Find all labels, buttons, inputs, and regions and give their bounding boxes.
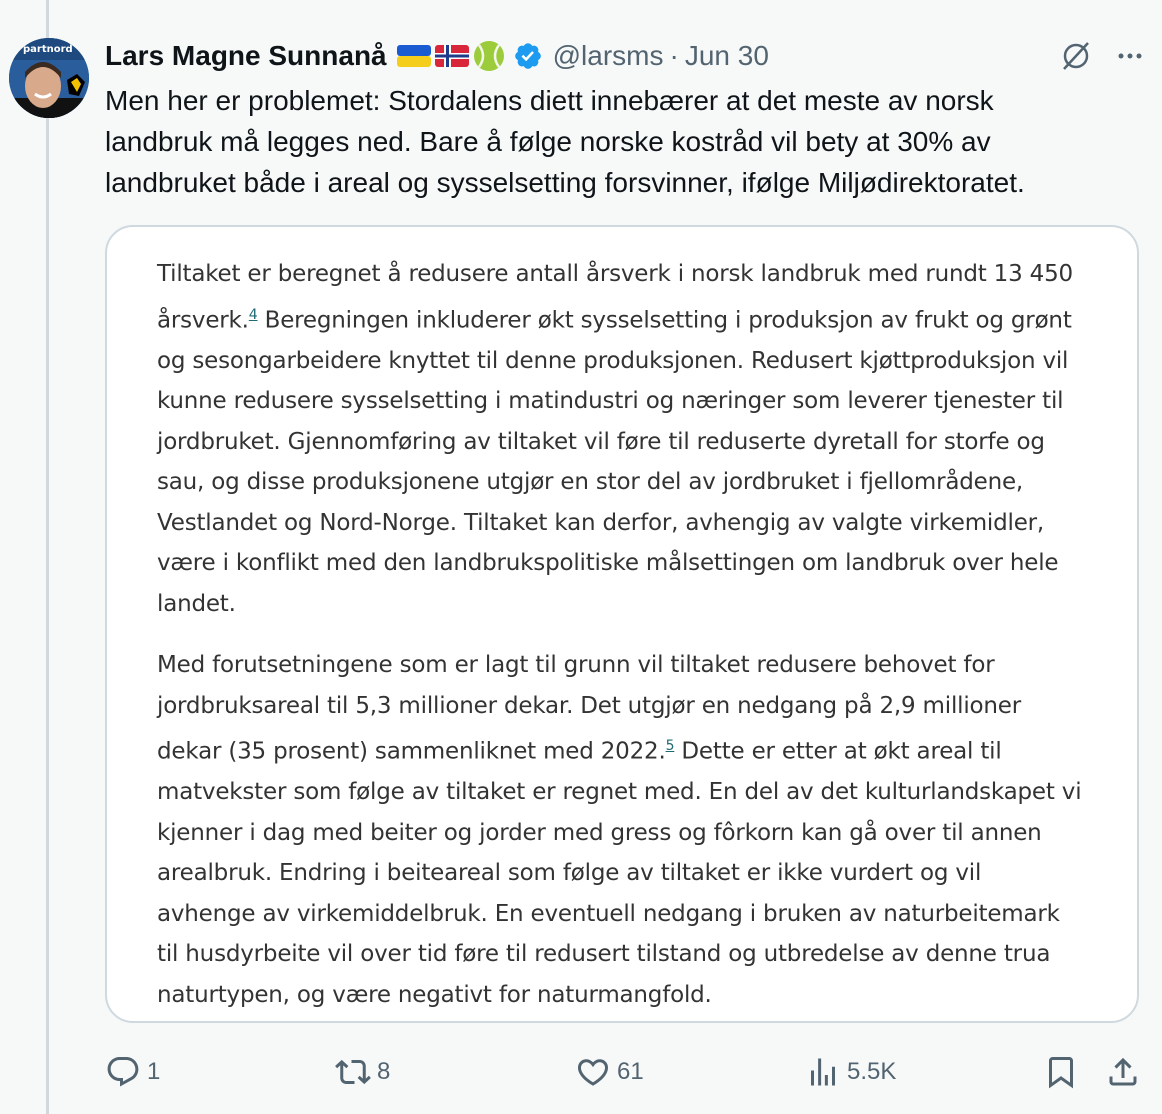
image-text-line: Vestlandet og Nord-Norge. Tiltaket kan d… xyxy=(157,509,1045,536)
footnote-link: 4 xyxy=(248,306,258,323)
tennis-ball-icon xyxy=(473,41,504,71)
avatar-logo-text: partnord xyxy=(23,44,73,55)
author-name[interactable]: Lars Magne Sunnanå xyxy=(105,40,387,72)
image-text-line: jordbruksareal til 5,3 millioner dekar. … xyxy=(157,692,1021,719)
tweet-text-line: landbruket både i areal og sysselsetting… xyxy=(105,167,1025,198)
repost-count: 8 xyxy=(377,1058,391,1085)
image-paragraph-1: Tiltaket er beregnet å redusere antall å… xyxy=(157,254,1132,624)
footnote-link: 5 xyxy=(665,738,675,754)
image-text-line: naturtypen, og være negativt for naturma… xyxy=(157,981,712,1008)
norway-flag-icon xyxy=(434,45,469,67)
tweet-image[interactable]: Tiltaket er beregnet å redusere antall å… xyxy=(105,225,1139,1023)
views-count: 5.5K xyxy=(847,1058,897,1085)
image-text-line: og sesongarbeidere knyttet til denne pro… xyxy=(157,347,1069,374)
share-button[interactable] xyxy=(1105,1052,1141,1092)
bookmark-icon xyxy=(1049,1057,1073,1089)
image-text-line: Tiltaket er beregnet å redusere antall å… xyxy=(157,261,1073,287)
image-text-line: til husdyrbeite vil over tid føre til re… xyxy=(157,941,1051,968)
image-text-line: arealbruk. Endring i beiteareal som følg… xyxy=(157,860,982,887)
like-count: 61 xyxy=(617,1058,644,1085)
image-paragraph-2: Med forutsetningene som er lagt til grun… xyxy=(157,645,1132,1015)
reply-button[interactable]: 1 xyxy=(105,1052,160,1092)
like-button[interactable]: 61 xyxy=(575,1052,644,1092)
verified-badge-icon xyxy=(514,43,541,69)
image-text-line: avhenge av virkemiddelbruk. En eventuell… xyxy=(157,900,1060,927)
image-text-line: årsverk.4 Beregningen inkluderer økt sys… xyxy=(157,295,1132,341)
tweet-text-line: landbruk må legges ned. Bare å følge nor… xyxy=(105,126,991,157)
image-text-line: være i konflikt med den landbrukspolitis… xyxy=(157,550,1059,577)
image-text-segment: dekar (35 prosent) sammenliknet med 2022… xyxy=(157,738,666,765)
share-icon xyxy=(1109,1057,1137,1086)
image-text-segment: Dette er etter at økt areal til xyxy=(674,738,1002,765)
meta-separator: · xyxy=(669,40,679,71)
action-bar: 1 8 61 5.5K xyxy=(105,1052,1145,1092)
image-text-line: jordbruket. Gjennomføring av tiltaket vi… xyxy=(157,428,1045,455)
image-text-line: dekar (35 prosent) sammenliknet med 2022… xyxy=(157,726,1132,772)
repost-icon xyxy=(335,1059,371,1085)
grok-icon[interactable] xyxy=(1059,39,1093,73)
tweet-text: Men her er problemet: Stordalens diett i… xyxy=(105,80,1145,203)
image-text-line: kjenner i dag med beiter og jorder med g… xyxy=(157,819,1042,846)
image-text-line: matvekster som følge av tiltaket er regn… xyxy=(157,779,1082,806)
ukraine-flag-icon xyxy=(396,45,431,67)
repost-button[interactable]: 8 xyxy=(335,1052,390,1092)
bookmark-button[interactable] xyxy=(1043,1052,1079,1092)
tweet-header: Lars Magne Sunnanå @larsms · Jun 30 xyxy=(105,36,1145,76)
tweet-text-line: Men her er problemet: Stordalens diett i… xyxy=(105,85,994,116)
views-button[interactable]: 5.5K xyxy=(805,1052,896,1092)
image-text-segment: årsverk. xyxy=(157,307,249,334)
more-icon[interactable] xyxy=(1115,41,1145,71)
name-emojis xyxy=(396,40,543,72)
views-icon xyxy=(811,1058,835,1086)
image-text-line: Med forutsetningene som er lagt til grun… xyxy=(157,652,995,678)
author-handle[interactable]: @larsms xyxy=(553,40,664,72)
reply-icon xyxy=(107,1057,139,1087)
avatar-image: partnord xyxy=(9,38,89,118)
image-text-line: kunne redusere sysselsetting i matindust… xyxy=(157,388,1064,415)
image-text-segment: Beregningen inkluderer økt sysselsetting… xyxy=(257,307,1072,334)
reply-count: 1 xyxy=(147,1058,161,1085)
thread-line xyxy=(46,0,49,1114)
heart-icon xyxy=(577,1059,609,1086)
avatar[interactable]: partnord xyxy=(9,38,89,118)
image-text-line: landet. xyxy=(157,590,236,617)
image-text-line: sau, og disse produksjonene utgjør en st… xyxy=(157,469,1024,496)
tweet-date[interactable]: Jun 30 xyxy=(685,40,769,72)
